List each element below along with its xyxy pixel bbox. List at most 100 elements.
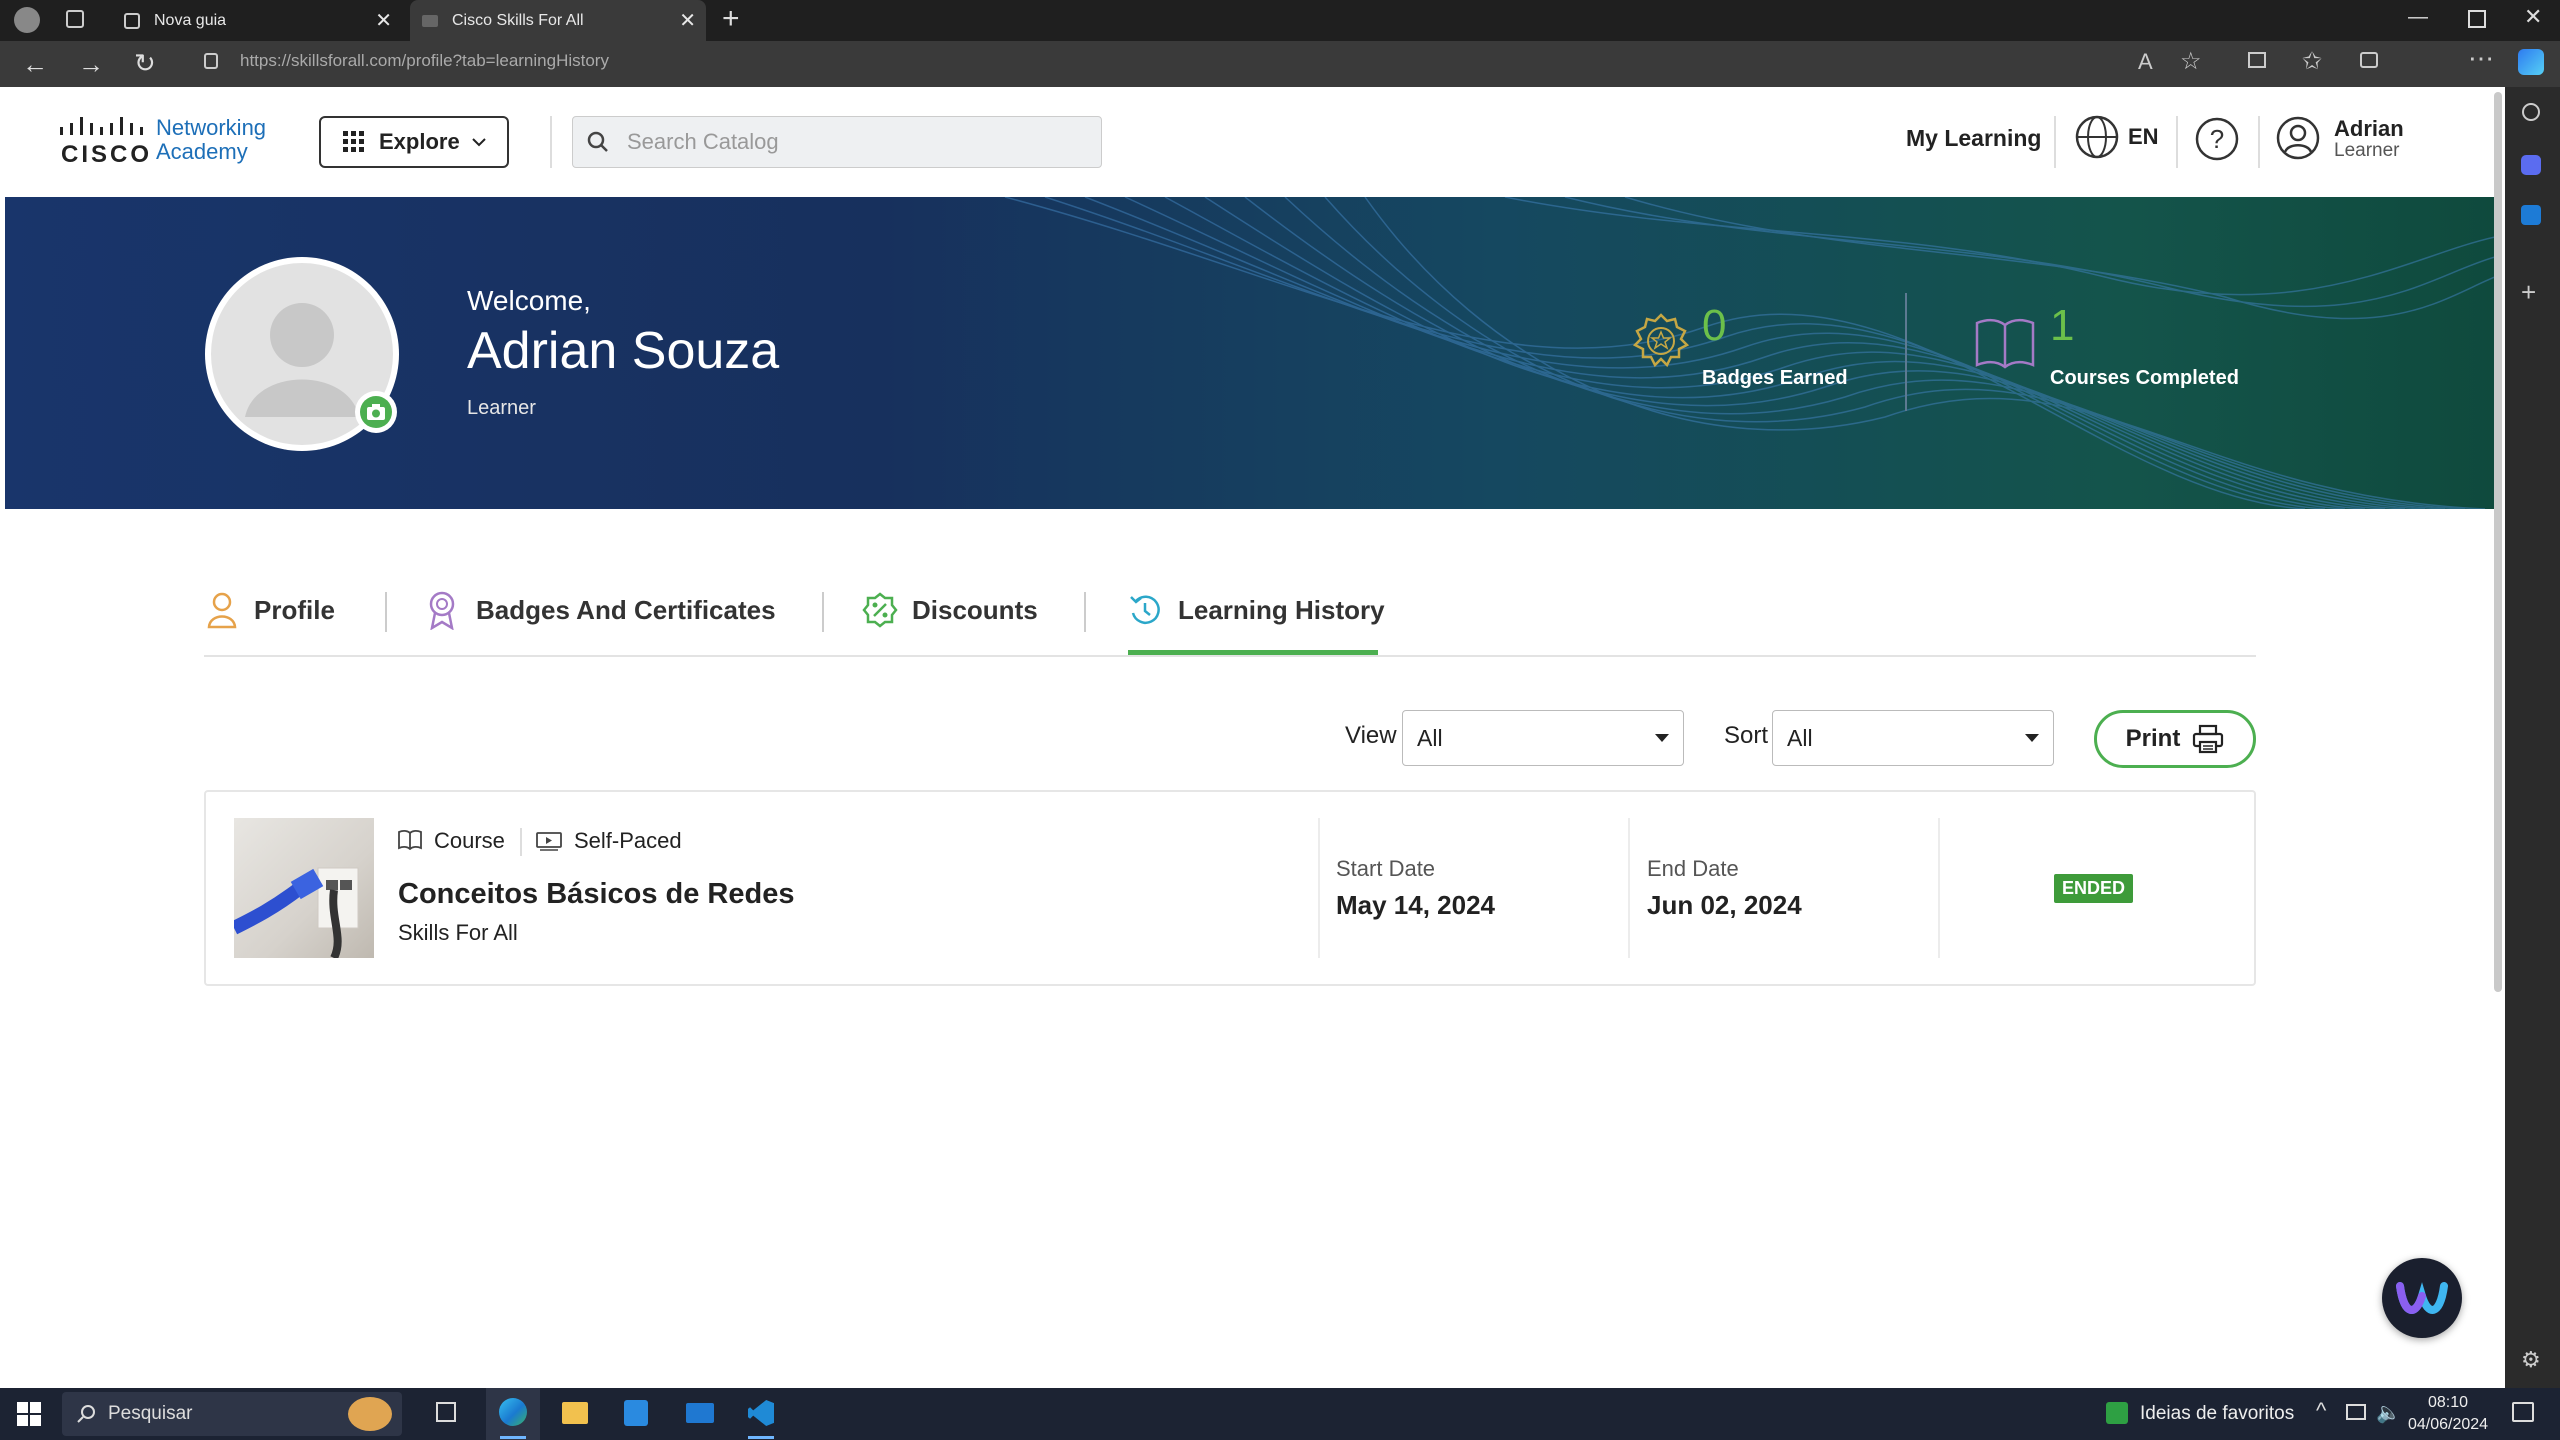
notifications-icon[interactable] bbox=[2512, 1402, 2534, 1422]
file-explorer-icon[interactable] bbox=[562, 1402, 588, 1424]
new-tab-button[interactable]: + bbox=[722, 2, 740, 36]
close-icon[interactable]: ✕ bbox=[679, 8, 696, 33]
my-learning-link[interactable]: My Learning bbox=[1906, 125, 2041, 152]
forward-icon[interactable]: → bbox=[78, 49, 104, 80]
view-select[interactable]: All bbox=[1402, 710, 1684, 766]
collections-icon[interactable] bbox=[2360, 52, 2378, 68]
courses-count: 1 bbox=[2050, 301, 2075, 350]
self-paced-icon bbox=[536, 832, 562, 851]
user-name: Adrian bbox=[2334, 116, 2404, 141]
badge-icon bbox=[1633, 313, 1689, 368]
maximize-button[interactable] bbox=[2468, 10, 2486, 28]
network-icon[interactable] bbox=[2346, 1404, 2366, 1420]
store-icon[interactable] bbox=[624, 1400, 648, 1426]
book-icon bbox=[1975, 319, 2035, 369]
tab-actions-icon[interactable] bbox=[66, 10, 84, 28]
close-icon[interactable]: ✕ bbox=[375, 8, 392, 33]
outlook-icon[interactable] bbox=[2521, 205, 2541, 225]
page-icon bbox=[124, 12, 140, 29]
shopping-icon[interactable] bbox=[2521, 155, 2541, 175]
edge-taskbar-icon[interactable] bbox=[486, 1388, 540, 1440]
course-type: Course bbox=[434, 828, 505, 853]
search-icon[interactable] bbox=[2522, 103, 2540, 121]
windows-start-icon[interactable] bbox=[17, 1402, 41, 1426]
view-label: View bbox=[1345, 722, 1397, 749]
svg-text:?: ? bbox=[2210, 124, 2224, 154]
task-view-icon[interactable] bbox=[436, 1402, 456, 1422]
edge-icon bbox=[499, 1398, 527, 1426]
column-divider bbox=[1938, 818, 1940, 958]
browser-tab-skills-for-all[interactable]: Cisco Skills For All ✕ bbox=[410, 0, 706, 41]
cisco-logo[interactable]: CISCO Networking Academy bbox=[53, 115, 293, 175]
refresh-icon[interactable]: ↻ bbox=[134, 48, 156, 79]
print-label: Print bbox=[2125, 725, 2181, 752]
help-button[interactable]: ? bbox=[2194, 116, 2240, 162]
tab-label: Badges And Certificates bbox=[476, 594, 776, 625]
clock-time[interactable]: 08:10 bbox=[2428, 1394, 2468, 1412]
user-role: Learner bbox=[2334, 140, 2400, 161]
tab-separator bbox=[385, 592, 387, 632]
user-menu[interactable]: Adrian Learner bbox=[2276, 114, 2416, 164]
search-catalog-field[interactable]: Search Catalog bbox=[572, 116, 1102, 168]
explore-label: Explore bbox=[379, 129, 460, 154]
tab-learning-history[interactable]: Learning History bbox=[1128, 585, 1385, 635]
favorites-icon[interactable]: ✩ bbox=[2302, 47, 2322, 76]
language-selector[interactable]: EN bbox=[2074, 114, 2159, 160]
clock-date[interactable]: 04/06/2024 bbox=[2408, 1416, 2488, 1434]
split-screen-icon[interactable] bbox=[2248, 52, 2266, 68]
page-scrollbar[interactable] bbox=[2494, 92, 2502, 992]
more-icon[interactable]: ⋯ bbox=[2468, 43, 2494, 74]
taskbar-search[interactable]: Pesquisar bbox=[62, 1392, 402, 1436]
user-icon bbox=[2276, 116, 2320, 160]
minimize-button[interactable]: — bbox=[2408, 6, 2428, 29]
courses-label: Courses Completed bbox=[2050, 367, 2239, 389]
tab-badges-and-certificates[interactable]: Badges And Certificates bbox=[426, 585, 776, 635]
browser-titlebar: Nova guia ✕ Cisco Skills For All ✕ + — ✕ bbox=[0, 0, 2560, 41]
add-icon[interactable]: + bbox=[2521, 277, 2536, 308]
print-button[interactable]: Print bbox=[2094, 710, 2256, 768]
course-card[interactable]: Course Self-Paced Conceitos Básicos de R… bbox=[204, 790, 2256, 986]
profile-avatar[interactable] bbox=[205, 257, 399, 451]
favorites-star-icon[interactable]: ☆ bbox=[2180, 47, 2202, 76]
mail-icon[interactable] bbox=[686, 1403, 714, 1423]
chat-widget-button[interactable] bbox=[2382, 1258, 2462, 1338]
camera-button[interactable] bbox=[355, 391, 397, 433]
header-divider bbox=[550, 116, 552, 168]
logo-line1: Networking bbox=[156, 115, 267, 140]
settings-icon[interactable]: ⚙ bbox=[2521, 1347, 2541, 1373]
active-app-indicator bbox=[500, 1436, 526, 1439]
url-field[interactable]: https://skillsforall.com/profile?tab=lea… bbox=[240, 51, 609, 71]
badges-count: 0 bbox=[1702, 301, 1727, 350]
profile-avatar[interactable] bbox=[14, 7, 40, 33]
close-window-button[interactable]: ✕ bbox=[2524, 4, 2542, 30]
column-divider bbox=[1318, 818, 1320, 958]
volume-icon[interactable]: 🔈 bbox=[2376, 1400, 2401, 1425]
start-date-label: Start Date bbox=[1336, 856, 1436, 881]
back-icon[interactable]: ← bbox=[22, 49, 48, 80]
status-badge: ENDED bbox=[2054, 874, 2134, 903]
history-icon bbox=[1130, 595, 1160, 624]
discount-icon bbox=[862, 592, 898, 628]
course-pace: Self-Paced bbox=[574, 828, 682, 853]
vscode-icon[interactable] bbox=[748, 1400, 774, 1426]
copilot-icon[interactable] bbox=[2518, 49, 2544, 75]
tab-label: Profile bbox=[254, 594, 335, 625]
tab-separator bbox=[1084, 592, 1086, 632]
read-aloud-icon[interactable]: A bbox=[2138, 49, 2153, 75]
news-widget-icon[interactable] bbox=[2106, 1402, 2128, 1424]
news-widget-label[interactable]: Ideias de favoritos bbox=[2140, 1403, 2294, 1425]
user-icon bbox=[207, 592, 237, 629]
end-date-value: Jun 02, 2024 bbox=[1647, 890, 1802, 920]
tray-chevron-icon[interactable]: ^ bbox=[2316, 1398, 2326, 1424]
tab-discounts[interactable]: Discounts bbox=[862, 585, 1038, 635]
search-icon bbox=[587, 131, 608, 152]
active-tab-indicator bbox=[1128, 650, 1378, 655]
header-divider bbox=[2054, 116, 2056, 168]
course-thumbnail[interactable] bbox=[234, 818, 374, 958]
sort-select[interactable]: All bbox=[1772, 710, 2054, 766]
course-title[interactable]: Conceitos Básicos de Redes bbox=[398, 878, 794, 911]
tab-title: Cisco Skills For All bbox=[452, 11, 584, 29]
tab-profile[interactable]: Profile bbox=[206, 585, 335, 635]
browser-tab-nova-guia[interactable]: Nova guia ✕ bbox=[112, 0, 402, 41]
explore-button[interactable]: Explore bbox=[319, 116, 509, 168]
